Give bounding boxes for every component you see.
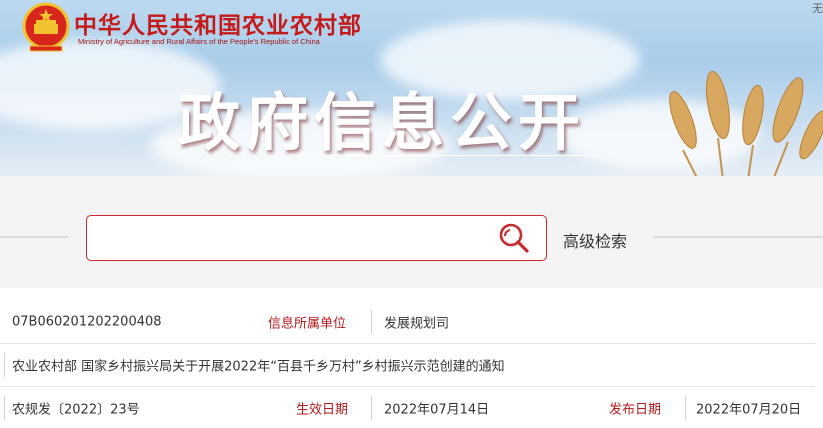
search-input[interactable] (93, 220, 492, 256)
row-divider (0, 343, 815, 344)
column-divider (685, 396, 686, 420)
wheat-decoration (669, 70, 823, 176)
row-divider (0, 386, 815, 387)
search-section: 高级检索 (0, 176, 823, 288)
column-divider (4, 396, 5, 420)
search-icon[interactable] (498, 223, 530, 253)
column-divider (371, 396, 372, 420)
site-title[interactable]: 中华人民共和国农业农村部 (74, 6, 362, 40)
national-emblem-icon (22, 2, 70, 52)
corner-text[interactable]: 无 (812, 0, 823, 16)
search-box (86, 215, 547, 261)
site-subtitle: Ministry of Agriculture and Rural Affair… (78, 37, 320, 46)
title-underline (300, 155, 598, 156)
effective-date-value: 2022年07月14日 (384, 402, 490, 418)
index-number: 07B060201202200408 (12, 314, 162, 330)
document-title: 农业农村部 国家乡村振兴局关于开展2022年“百县千乡万村”乡村振兴示范创建的通… (12, 359, 505, 375)
publish-date-label: 发布日期 (609, 402, 662, 418)
divider-left (0, 236, 68, 238)
advanced-search-link[interactable]: 高级检索 (563, 228, 627, 252)
page-title: 政府信息公开 (178, 86, 587, 159)
unit-value: 发展规划司 (384, 316, 450, 332)
unit-label: 信息所属单位 (268, 316, 347, 332)
header-banner: 中华人民共和国农业农村部 Ministry of Agriculture and… (0, 0, 823, 176)
divider-right (654, 236, 823, 238)
info-row-index: 07B060201202200408 信息所属单位 发展规划司 (0, 302, 823, 342)
column-divider (371, 310, 372, 334)
document-number: 农规发〔2022〕23号 (12, 402, 140, 418)
publish-date-value: 2022年07月20日 (696, 402, 802, 418)
effective-date-label: 生效日期 (296, 402, 349, 418)
info-row-title: 农业农村部 国家乡村振兴局关于开展2022年“百县千乡万村”乡村振兴示范创建的通… (0, 345, 823, 385)
column-divider (4, 353, 5, 377)
info-row-dates: 农规发〔2022〕23号 生效日期 2022年07月14日 发布日期 2022年… (0, 388, 823, 428)
